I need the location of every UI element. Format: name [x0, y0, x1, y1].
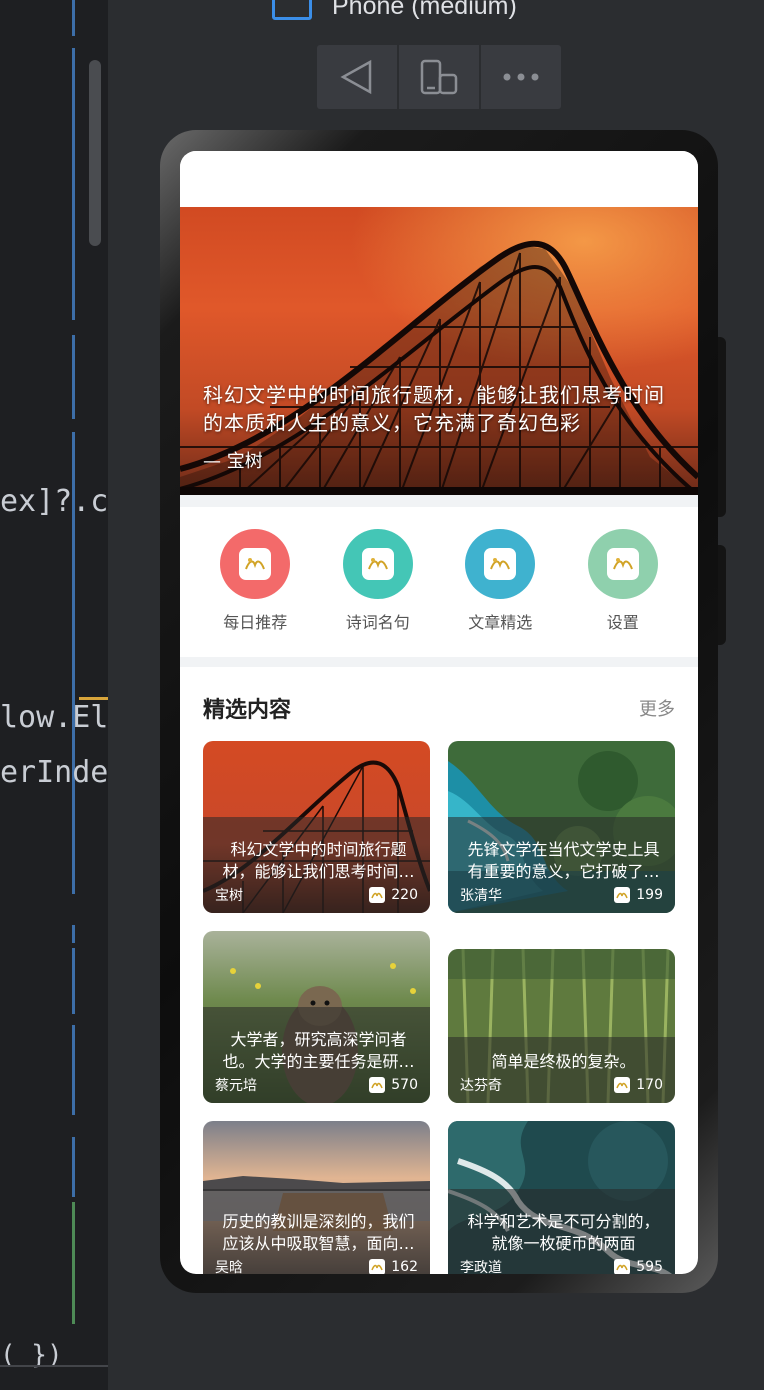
menu-label: 文章精选 [468, 613, 533, 632]
divider [180, 657, 698, 667]
menu-circle [465, 529, 536, 599]
card-likes: 170 [636, 1077, 663, 1093]
hero-quote: 科幻文学中的时间旅行题材，能够让我们思考时间的本质和人生的意义，它充满了奇幻色彩 [203, 383, 665, 435]
card-quote: 科学和艺术是不可分割的，就像一枚硬币的两面 [467, 1212, 660, 1253]
content-card[interactable]: 科幻文学中的时间旅行题材，能够让我们思考时间的本质 宝树 220 [203, 741, 430, 913]
phone-device-icon [272, 0, 312, 20]
menu-item-poetry[interactable]: 诗词名句 [328, 529, 428, 633]
code-line: erInde [0, 755, 108, 790]
card-author: 李政道 [460, 1260, 502, 1274]
rotate-device-icon [420, 59, 458, 95]
content-card[interactable]: 历史的教训是深刻的，我们应该从中吸取智慧，面向未来 吴晗 162 [203, 1121, 430, 1274]
card-author: 宝树 [215, 888, 243, 904]
app-logo-icon [614, 1259, 631, 1274]
menu-item-articles[interactable]: 文章精选 [450, 529, 550, 633]
app-logo-icon [369, 1077, 386, 1093]
phone-screen: 科幻文学中的时间旅行题材，能够让我们思考时间的本质和人生的意义，它充满了奇幻色彩… [180, 151, 698, 1274]
grid-menu: 每日推荐 诗词名句 文章精选 设置 [180, 507, 698, 657]
card-likes: 570 [391, 1077, 418, 1093]
menu-circle [342, 529, 413, 599]
card-quote: 简单是终极的复杂。 [491, 1052, 636, 1071]
content-card[interactable]: 大学者，研究高深学问者也。大学的主要任务是研究学问 蔡元培 570 [203, 931, 430, 1103]
more-dots-icon [503, 73, 539, 81]
hero-author: — 宝树 [203, 451, 263, 472]
card-quote: 先锋文学在当代文学史上具有重要的意义，它打破了传统 [467, 840, 660, 881]
more-link[interactable]: 更多 [639, 695, 675, 721]
app-logo-icon [614, 887, 631, 903]
app-logo-icon [239, 548, 272, 580]
menu-label: 诗词名句 [345, 613, 410, 632]
back-triangle-icon [340, 59, 372, 95]
section-header: 精选内容 更多 [180, 675, 698, 741]
card-likes: 595 [636, 1259, 663, 1274]
card-author: 达芬奇 [460, 1078, 502, 1094]
card-likes: 199 [636, 887, 663, 903]
content-card[interactable]: 科学和艺术是不可分割的，就像一枚硬币的两面 李政道 595 [448, 1121, 675, 1274]
app-logo-icon [361, 548, 394, 580]
more-button[interactable] [481, 45, 561, 109]
divider [180, 495, 698, 507]
card-likes: 220 [391, 887, 418, 903]
code-editor[interactable]: ex]?.c low.El erInde ( }) [0, 0, 108, 1390]
code-line: low.El [0, 700, 108, 735]
menu-label: 每日推荐 [223, 613, 288, 632]
app-logo-icon [369, 887, 386, 903]
content-card[interactable]: 简单是终极的复杂。 达芬奇 170 [448, 949, 675, 1103]
menu-circle [587, 529, 658, 599]
back-button[interactable] [317, 45, 399, 109]
rotate-button[interactable] [399, 45, 481, 109]
card-author: 张清华 [460, 888, 502, 904]
device-selector[interactable]: Phone (medium) [272, 0, 517, 26]
app-logo-icon [369, 1259, 386, 1274]
menu-item-settings[interactable]: 设置 [573, 529, 673, 633]
section-title: 精选内容 [203, 698, 292, 723]
card-quote: 历史的教训是深刻的，我们应该从中吸取智慧，面向未来 [222, 1212, 415, 1253]
card-quote: 大学者，研究高深学问者也。大学的主要任务是研究学问 [222, 1030, 415, 1071]
app-logo-icon [484, 548, 517, 580]
hero-banner[interactable]: 科幻文学中的时间旅行题材，能够让我们思考时间的本质和人生的意义，它充满了奇幻色彩… [180, 207, 698, 495]
app-logo-icon [606, 548, 639, 580]
menu-item-daily[interactable]: 每日推荐 [205, 529, 305, 633]
card-author: 吴晗 [215, 1260, 243, 1274]
app-logo-icon [614, 1077, 631, 1093]
menu-circle [220, 529, 291, 599]
content-card[interactable]: 先锋文学在当代文学史上具有重要的意义，它打破了传统 张清华 199 [448, 741, 675, 913]
device-title: Phone (medium) [332, 0, 517, 20]
status-bar [180, 151, 698, 207]
card-quote: 科幻文学中的时间旅行题材，能够让我们思考时间的本质 [222, 840, 415, 881]
menu-label: 设置 [606, 613, 639, 632]
card-author: 蔡元培 [215, 1078, 257, 1094]
code-line: ex]?.c [0, 484, 108, 519]
editor-scrollbar[interactable] [89, 60, 101, 246]
card-likes: 162 [391, 1259, 418, 1274]
previewer-toolbar [317, 45, 561, 109]
